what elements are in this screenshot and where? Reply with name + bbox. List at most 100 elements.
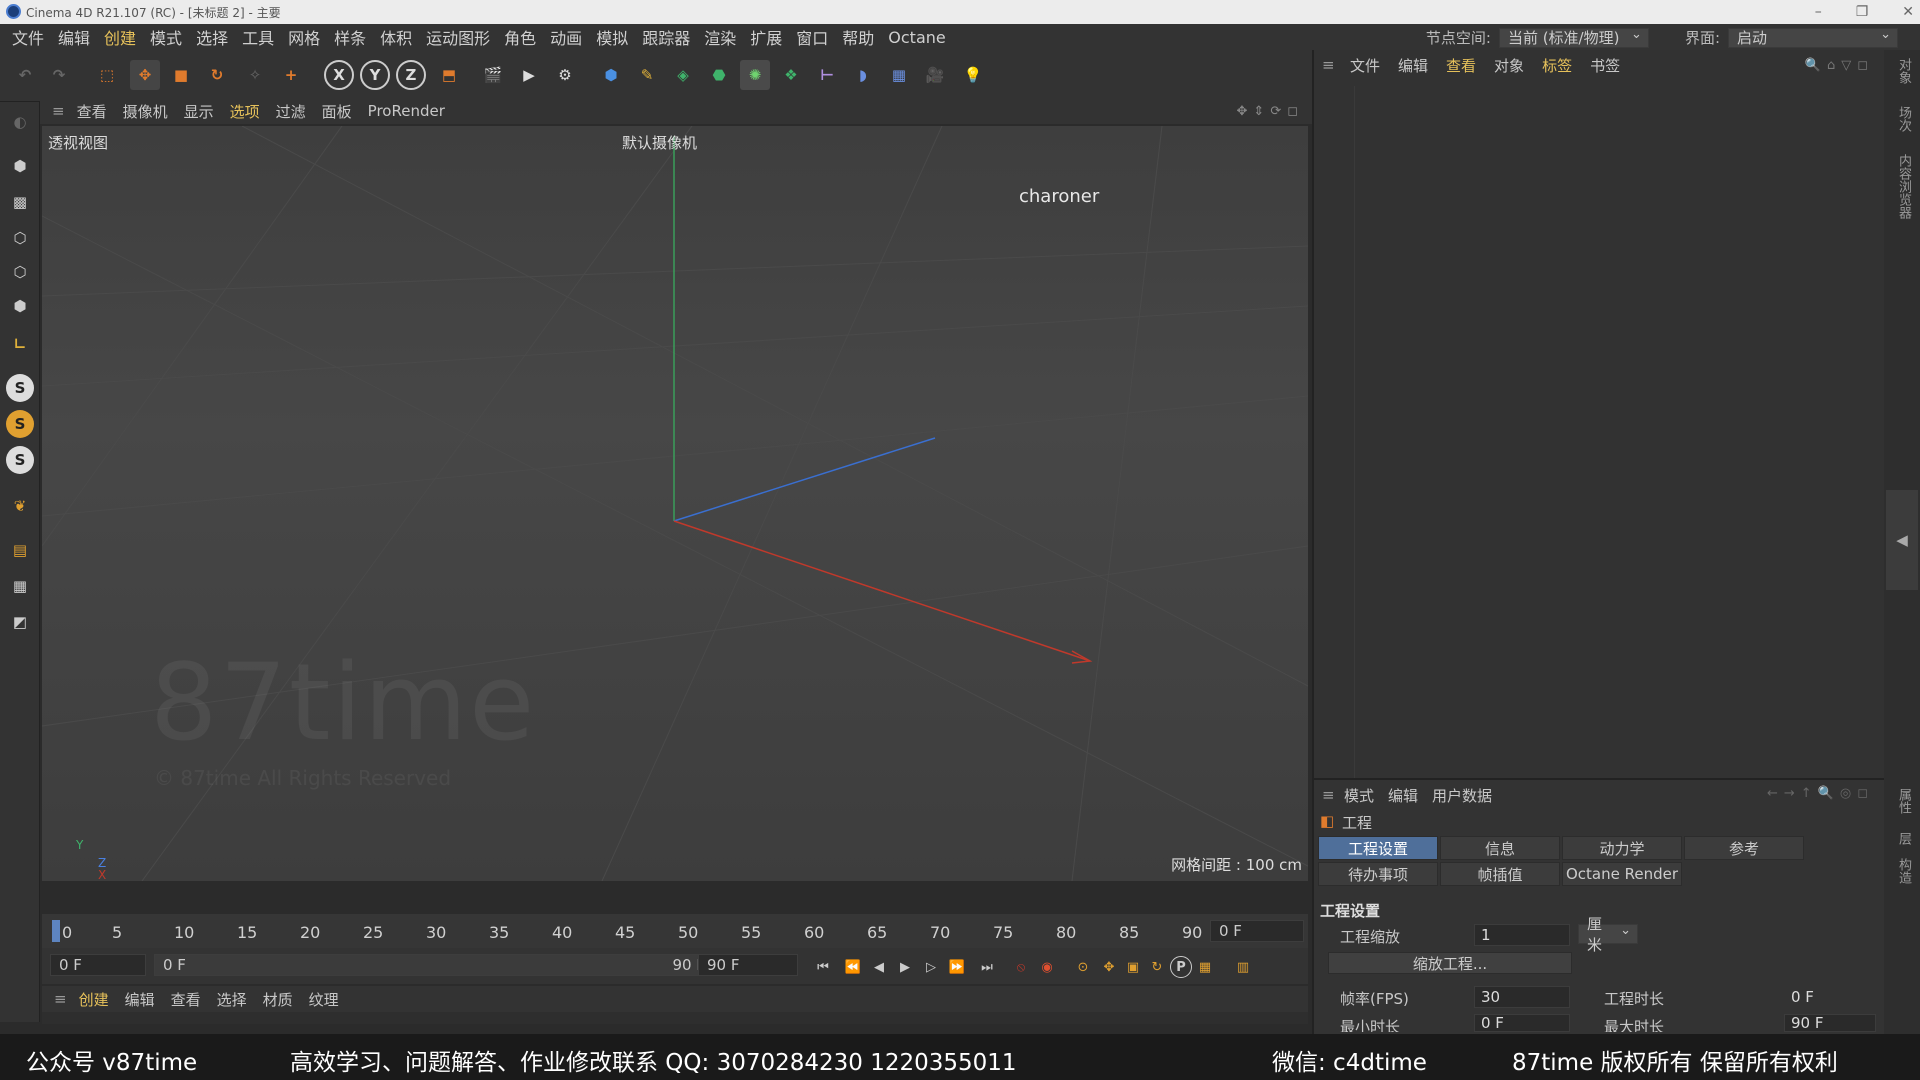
node-space-dropdown[interactable]: 当前 (标准/物理) — [1498, 27, 1649, 48]
keyframe-selection-icon[interactable]: ⊙ — [1072, 956, 1094, 978]
hamburger-icon[interactable]: ≡ — [52, 102, 65, 120]
generator-icon[interactable]: ⬣ — [704, 60, 734, 90]
scale-project-button[interactable]: 缩放工程... — [1328, 952, 1572, 974]
material-menu-texture[interactable]: 纹理 — [309, 989, 339, 1010]
viewport-menu-display[interactable]: 显示 — [184, 101, 214, 122]
pen-icon[interactable]: ✎ — [632, 60, 662, 90]
cube-icon[interactable]: ⬢ — [596, 60, 626, 90]
material-menu-edit[interactable]: 编辑 — [125, 989, 155, 1010]
end-frame-field[interactable]: 90 F — [698, 954, 798, 976]
dock-tab-takes[interactable]: 场次 — [1894, 106, 1913, 132]
viewport-menu-filter[interactable]: 过滤 — [276, 101, 306, 122]
fps-input[interactable]: 30 — [1474, 986, 1570, 1008]
camera-name-label[interactable]: 默认摄像机 — [622, 132, 697, 153]
next-key-icon[interactable]: ⏩ — [946, 956, 968, 978]
undo-icon[interactable]: ↶ — [10, 60, 40, 90]
tab-dynamics[interactable]: 动力学 — [1562, 836, 1682, 860]
dock-tab-content-browser[interactable]: 内容浏览器 — [1894, 154, 1913, 219]
attribute-menu-mode[interactable]: 模式 — [1344, 785, 1374, 806]
locked-workplane-icon[interactable]: ◩ — [6, 608, 34, 636]
viewport-menu-panel[interactable]: 面板 — [322, 101, 352, 122]
workplane-icon[interactable]: ▤ — [6, 536, 34, 564]
go-to-end-icon[interactable]: ⏭ — [976, 956, 998, 978]
object-menu-bookmarks[interactable]: 书签 — [1590, 55, 1620, 76]
object-menu-edit[interactable]: 编辑 — [1398, 55, 1428, 76]
material-menu-view[interactable]: 查看 — [171, 989, 201, 1010]
live-select-icon[interactable]: ⬚ — [92, 60, 122, 90]
axis-mode-icon[interactable]: ∟ — [6, 330, 34, 358]
menu-mograph[interactable]: 运动图形 — [426, 25, 500, 49]
light-icon[interactable]: 💡 — [958, 60, 988, 90]
playhead[interactable] — [52, 920, 60, 942]
dock-tab-objects[interactable]: 对象 — [1894, 58, 1913, 84]
menu-octane[interactable]: Octane — [888, 28, 955, 47]
perspective-viewport[interactable]: 透视视图 默认摄像机 charoner 87time © 87time All … — [42, 126, 1308, 881]
tab-info[interactable]: 信息 — [1440, 836, 1560, 860]
dock-tab-attributes[interactable]: 属性 — [1894, 788, 1913, 814]
material-menu-create[interactable]: 创建 — [79, 989, 109, 1010]
menu-help[interactable]: 帮助 — [842, 25, 884, 49]
timeline-window-icon[interactable]: ▥ — [1232, 956, 1254, 978]
menu-animate[interactable]: 动画 — [550, 25, 592, 49]
viewport-menu-options[interactable]: 选项 — [230, 101, 260, 122]
menu-render[interactable]: 渲染 — [704, 25, 746, 49]
menu-volume[interactable]: 体积 — [380, 25, 422, 49]
object-menu-objects[interactable]: 对象 — [1494, 55, 1524, 76]
z-axis-lock-button[interactable]: Z — [396, 60, 426, 90]
mograph-icon[interactable]: ✺ — [740, 60, 770, 90]
object-manager-tool-icons[interactable]: 🔍⌂▽◻ — [1805, 58, 1874, 73]
current-frame-field[interactable]: 0 F — [1210, 920, 1304, 942]
snap-icon-1[interactable]: S — [6, 374, 34, 402]
menu-extensions[interactable]: 扩展 — [750, 25, 792, 49]
record-keys-icon[interactable]: ⦸ — [1010, 956, 1032, 978]
viewport-menu-view[interactable]: 查看 — [77, 101, 107, 122]
object-menu-view[interactable]: 查看 — [1446, 55, 1476, 76]
tab-frame-interpolation[interactable]: 帧插值 — [1440, 862, 1560, 886]
tab-reference[interactable]: 参考 — [1684, 836, 1804, 860]
hamburger-icon[interactable]: ≡ — [54, 990, 67, 1008]
add-icon[interactable]: + — [276, 60, 306, 90]
subdivision-icon[interactable]: ◈ — [668, 60, 698, 90]
cloner-icon[interactable]: ❖ — [776, 60, 806, 90]
deformer-icon[interactable]: ⊢ — [812, 60, 842, 90]
go-to-start-icon[interactable]: ⏮ — [812, 956, 834, 978]
render-region-icon[interactable]: 🎬 — [478, 60, 508, 90]
coordinate-system-icon[interactable]: ⬒ — [434, 60, 464, 90]
snap-icon-2[interactable]: S — [6, 410, 34, 438]
object-menu-file[interactable]: 文件 — [1350, 55, 1380, 76]
attribute-nav-icons[interactable]: ←→↑🔍◎◻ — [1767, 786, 1874, 801]
key-parameter-button[interactable]: P — [1170, 956, 1192, 978]
previous-frame-icon[interactable]: ◀ — [868, 956, 890, 978]
polygons-mode-icon[interactable]: ⬢ — [6, 292, 34, 320]
magnet-icon[interactable]: ❦ — [6, 492, 34, 520]
menu-spline[interactable]: 样条 — [334, 25, 376, 49]
planar-workplane-icon[interactable]: ▦ — [6, 572, 34, 600]
object-list[interactable] — [1354, 86, 1876, 778]
make-editable-icon[interactable]: ◐ — [6, 108, 34, 136]
project-scale-input[interactable]: 1 — [1474, 924, 1570, 946]
render-settings-icon[interactable]: ⚙ — [550, 60, 580, 90]
auto-key-icon[interactable]: ◉ — [1036, 956, 1058, 978]
menu-tracker[interactable]: 跟踪器 — [642, 25, 700, 49]
y-axis-lock-button[interactable]: Y — [360, 60, 390, 90]
model-mode-icon[interactable]: ⬢ — [6, 152, 34, 180]
material-menu-material[interactable]: 材质 — [263, 989, 293, 1010]
edges-mode-icon[interactable]: ⬡ — [6, 258, 34, 286]
attribute-menu-userdata[interactable]: 用户数据 — [1432, 785, 1492, 806]
menu-mode[interactable]: 模式 — [150, 25, 192, 49]
tab-project-settings[interactable]: 工程设置 — [1318, 836, 1438, 860]
snap-icon-3[interactable]: S — [6, 446, 34, 474]
minimize-icon[interactable]: – — [1815, 4, 1822, 20]
menu-mesh[interactable]: 网格 — [288, 25, 330, 49]
key-pla-icon[interactable]: ▦ — [1194, 956, 1216, 978]
menu-simulate[interactable]: 模拟 — [596, 25, 638, 49]
viewport-nav-icons[interactable]: ✥⇕⟳◻ — [1237, 104, 1304, 119]
viewport-menu-prorender[interactable]: ProRender — [368, 102, 445, 120]
scale-icon[interactable]: ■ — [166, 60, 196, 90]
dock-tab-structure[interactable]: 构造 — [1894, 858, 1913, 884]
layout-dropdown[interactable]: 启动 — [1728, 27, 1898, 48]
menu-edit[interactable]: 编辑 — [58, 25, 100, 49]
texture-mode-icon[interactable]: ▩ — [6, 188, 34, 216]
material-menu-select[interactable]: 选择 — [217, 989, 247, 1010]
rotate-icon[interactable]: ↻ — [202, 60, 232, 90]
